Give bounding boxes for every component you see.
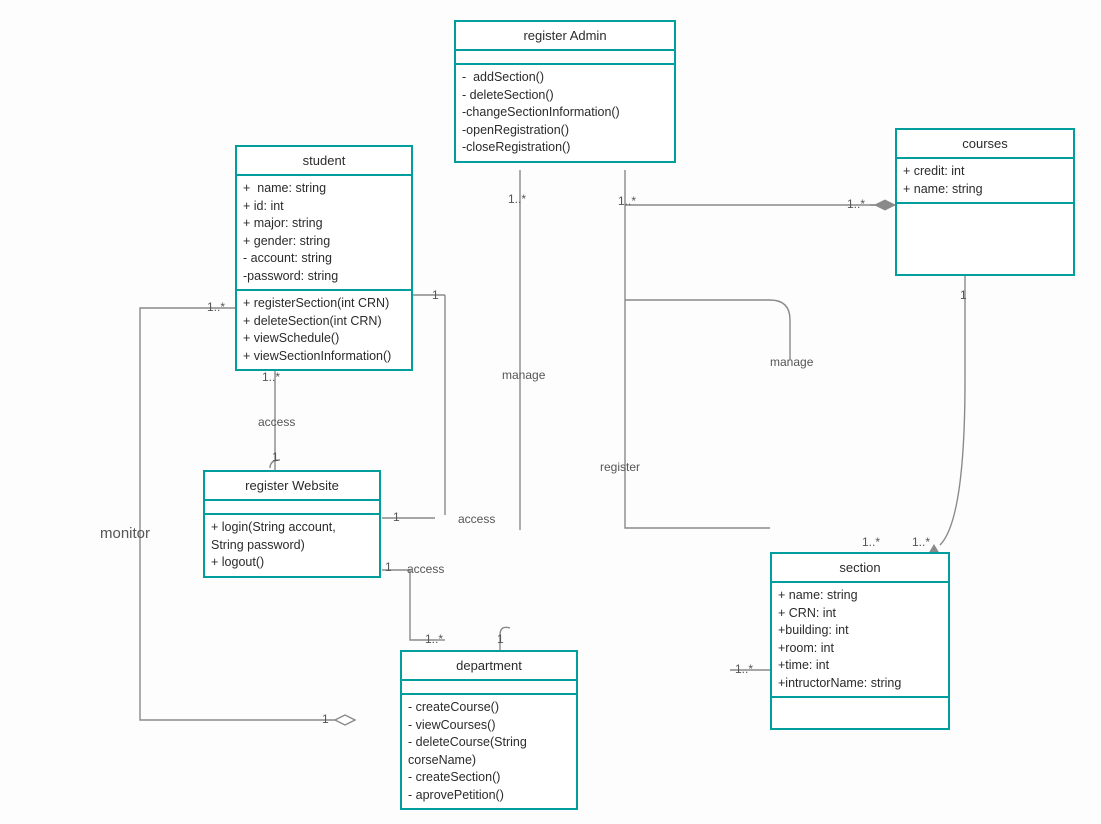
class-title: register Website — [205, 472, 379, 501]
class-title: department — [402, 652, 576, 681]
mult-1: 1 — [960, 288, 967, 302]
class-student: student + name: string + id: int + major… — [235, 145, 413, 371]
mult-1star: 1..* — [912, 535, 930, 549]
mult-1star: 1..* — [847, 197, 865, 211]
label-monitor: monitor — [100, 525, 150, 542]
mult-1: 1 — [385, 560, 392, 574]
mult-1: 1 — [393, 510, 400, 524]
mult-1star: 1..* — [862, 535, 880, 549]
mult-1star: 1..* — [262, 370, 280, 384]
mult-1star: 1..* — [508, 192, 526, 206]
class-title: courses — [897, 130, 1073, 159]
mult-1: 1 — [272, 450, 279, 464]
mult-1star: 1..* — [207, 300, 225, 314]
mult-1: 1 — [497, 632, 504, 646]
class-section: section + name: string + CRN: int +build… — [770, 552, 950, 730]
class-title: student — [237, 147, 411, 176]
label-access: access — [258, 415, 295, 429]
class-department: department - createCourse() - viewCourse… — [400, 650, 578, 810]
mult-1: 1 — [432, 288, 439, 302]
label-manage: manage — [770, 355, 813, 369]
label-access: access — [407, 562, 444, 576]
mult-1: 1 — [322, 712, 329, 726]
class-register-website: register Website + login(String account,… — [203, 470, 381, 578]
mult-1star: 1..* — [618, 194, 636, 208]
mult-1star: 1..* — [735, 662, 753, 676]
label-register: register — [600, 460, 640, 474]
mult-1star: 1..* — [425, 632, 443, 646]
class-title: register Admin — [456, 22, 674, 51]
class-title: section — [772, 554, 948, 583]
class-register-admin: register Admin - addSection() - deleteSe… — [454, 20, 676, 163]
class-courses: courses + credit: int + name: string — [895, 128, 1075, 276]
label-access: access — [458, 512, 495, 526]
label-manage: manage — [502, 368, 545, 382]
